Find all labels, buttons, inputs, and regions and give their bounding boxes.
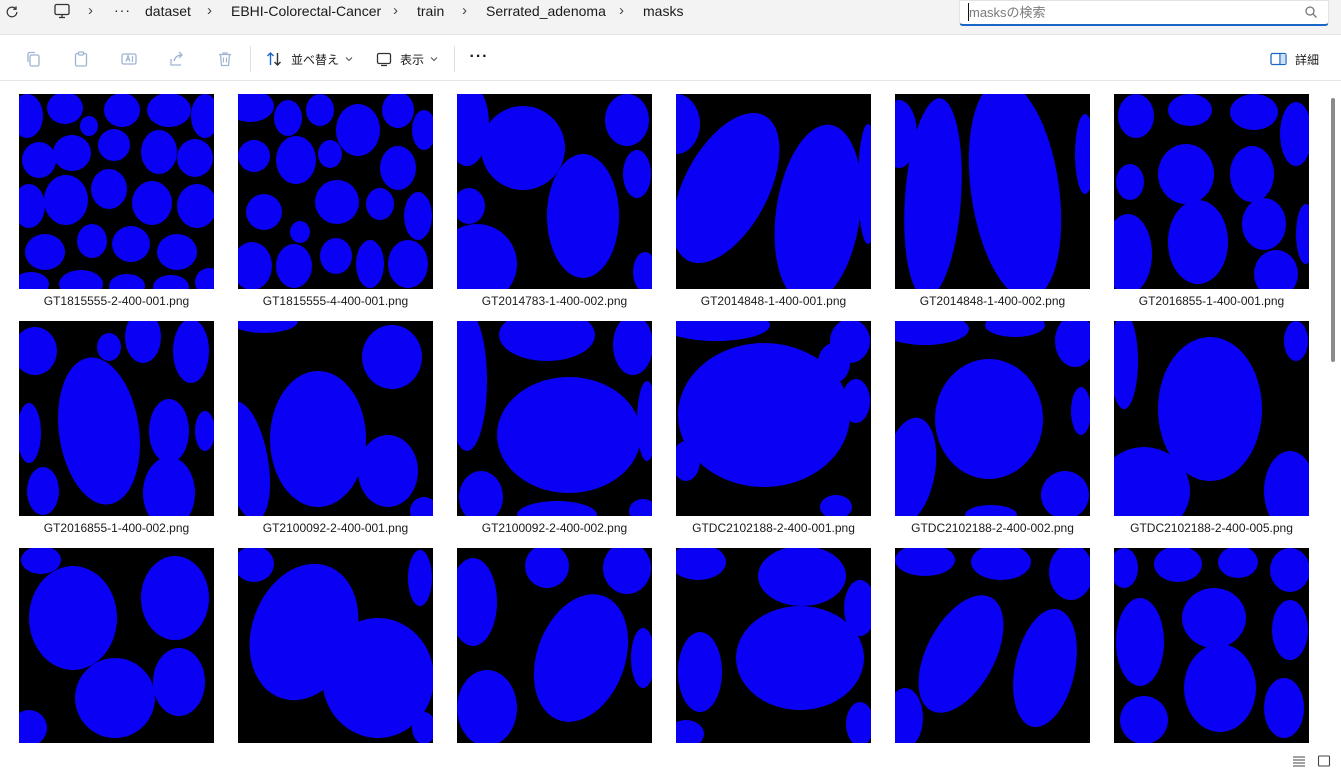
mask-thumbnail [238, 94, 433, 289]
rename-icon[interactable] [119, 49, 139, 69]
file-item[interactable]: GTDC2102188-2-400-005.png [1114, 321, 1309, 535]
file-item[interactable] [19, 548, 214, 743]
toolbar-divider [250, 46, 251, 72]
mask-thumbnail [457, 321, 652, 516]
mask-thumbnail [1114, 548, 1309, 743]
toolbar-divider [454, 46, 455, 72]
file-name: GT2100092-2-400-001.png [262, 521, 409, 535]
file-item[interactable]: GT2016855-1-400-002.png [19, 321, 214, 535]
file-item[interactable]: GTDC2102188-2-400-002.png [895, 321, 1090, 535]
mask-thumbnail [895, 548, 1090, 743]
breadcrumb-separator[interactable]: › [393, 2, 398, 20]
file-item[interactable] [1114, 548, 1309, 743]
mask-thumbnail [457, 94, 652, 289]
details-view-icon[interactable] [1292, 754, 1306, 768]
scrollbar-thumb[interactable] [1331, 98, 1335, 362]
file-name: GT1815555-4-400-001.png [262, 294, 409, 308]
view-icon [376, 52, 392, 66]
breadcrumb-item-train[interactable]: train [417, 2, 444, 20]
sort-label: 並べ替え [291, 52, 340, 67]
mask-thumbnail [19, 94, 214, 289]
mask-thumbnail [238, 321, 433, 516]
mask-thumbnail [1114, 94, 1309, 289]
breadcrumb-item-ebhi[interactable]: EBHI-Colorectal-Cancer [231, 2, 381, 20]
breadcrumb-separator[interactable]: › [88, 2, 93, 20]
file-item[interactable] [238, 548, 433, 743]
sort-button[interactable]: 並べ替え [266, 47, 353, 71]
mask-thumbnail [1114, 321, 1309, 516]
file-item[interactable]: GT2100092-2-400-002.png [457, 321, 652, 535]
details-label: 詳細 [1295, 52, 1320, 67]
breadcrumb-overflow[interactable]: ··· [114, 1, 131, 19]
file-item[interactable]: GT1815555-4-400-001.png [238, 94, 433, 308]
search-icon[interactable] [1304, 5, 1318, 19]
details-pane-button[interactable]: 詳細 [1270, 47, 1319, 71]
details-pane-icon [1270, 52, 1287, 66]
file-item[interactable]: GT1815555-2-400-001.png [19, 94, 214, 308]
file-name: GTDC2102188-2-400-001.png [692, 521, 855, 535]
breadcrumb-separator[interactable]: › [207, 2, 212, 20]
file-item[interactable] [895, 548, 1090, 743]
mask-thumbnail [457, 548, 652, 743]
this-pc-icon[interactable] [53, 2, 71, 20]
more-options-button[interactable]: ··· [468, 47, 490, 71]
mask-thumbnail [895, 321, 1090, 516]
large-icons-view-icon[interactable] [1317, 754, 1331, 768]
file-name: GT2014848-1-400-001.png [700, 294, 847, 308]
file-item[interactable] [676, 548, 871, 743]
breadcrumb-separator[interactable]: › [619, 2, 624, 20]
breadcrumb-item-masks[interactable]: masks [643, 2, 683, 20]
breadcrumb-item-dataset[interactable]: dataset [145, 2, 191, 20]
breadcrumb-item-serrated-adenoma[interactable]: Serrated_adenoma [486, 2, 606, 20]
mask-thumbnail [19, 321, 214, 516]
chevron-down-icon [345, 57, 353, 62]
file-name: GTDC2102188-2-400-005.png [1130, 521, 1293, 535]
view-button[interactable]: 表示 [376, 47, 438, 71]
file-item[interactable] [457, 548, 652, 743]
file-item[interactable]: GT2100092-2-400-001.png [238, 321, 433, 535]
copy-icon[interactable] [23, 49, 43, 69]
file-name: GT2016855-1-400-002.png [43, 521, 190, 535]
search-box[interactable] [959, 0, 1329, 26]
file-name: GT2014783-1-400-002.png [481, 294, 628, 308]
file-item[interactable]: GT2014848-1-400-002.png [895, 94, 1090, 308]
file-item[interactable]: GT2014783-1-400-002.png [457, 94, 652, 308]
delete-icon[interactable] [215, 49, 235, 69]
breadcrumb-separator[interactable]: › [462, 2, 467, 20]
file-grid: GT1815555-2-400-001.png GT1815555-4-400-… [0, 82, 1341, 772]
vertical-scrollbar[interactable] [1327, 82, 1341, 742]
search-input[interactable] [969, 3, 1289, 21]
paste-icon[interactable] [71, 49, 91, 69]
sort-icon [267, 52, 281, 66]
address-bar: › ··· dataset › EBHI-Colorectal-Cancer ›… [0, 0, 1341, 35]
mask-thumbnail [19, 548, 214, 743]
mask-thumbnail [676, 321, 871, 516]
file-name: GT2100092-2-400-002.png [481, 521, 628, 535]
file-item[interactable]: GT2014848-1-400-001.png [676, 94, 871, 308]
file-name: GT1815555-2-400-001.png [43, 294, 190, 308]
file-name: GTDC2102188-2-400-002.png [911, 521, 1074, 535]
file-name: GT2016855-1-400-001.png [1138, 294, 1285, 308]
mask-thumbnail [676, 94, 871, 289]
share-icon[interactable] [167, 49, 187, 69]
mask-thumbnail [238, 548, 433, 743]
chevron-down-icon [430, 57, 438, 62]
command-bar: 並べ替え 表示 ··· 詳細 [0, 36, 1341, 81]
view-label: 表示 [400, 52, 425, 67]
file-item[interactable]: GTDC2102188-2-400-001.png [676, 321, 871, 535]
mask-thumbnail [895, 94, 1090, 289]
file-item[interactable]: GT2016855-1-400-001.png [1114, 94, 1309, 308]
mask-thumbnail [676, 548, 871, 743]
file-name: GT2014848-1-400-002.png [919, 294, 1066, 308]
refresh-icon[interactable] [3, 3, 21, 21]
